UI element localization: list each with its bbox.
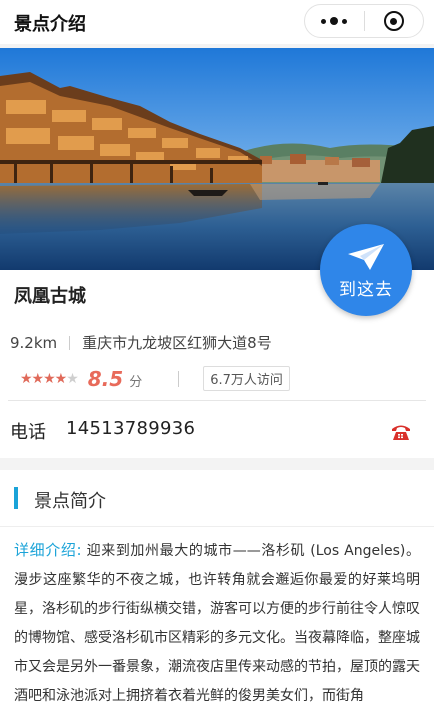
divider [69,335,71,350]
phone-label: 电话 [10,422,46,443]
phone-number[interactable]: 14513789936 [66,418,195,439]
more-dots-icon [321,18,327,24]
score: 8.5 [87,366,124,391]
intro-highlight: 详细介绍: [14,541,82,559]
section-title: 景点简介 [34,491,106,512]
telephone-icon [392,425,410,440]
divider [178,370,180,387]
intro-section: 景点简介 详细介绍: 迎来到加州最大的城市——洛杉矶 (Los Angeles)… [0,470,434,707]
intro-body: 迎来到加州最大的城市——洛杉矶 (Los Angeles)。漫步这座繁华的不夜之… [14,543,421,704]
navigate-button[interactable]: 到这去 [320,224,412,316]
more-button[interactable] [305,5,364,37]
section-divider [0,526,434,527]
section-accent-bar [14,487,18,509]
menu-capsule [304,4,424,38]
address-row: 9.2km 重庆市九龙坡区红狮大道8号 [10,332,272,353]
close-button[interactable] [365,5,424,37]
star-rating: ★★★★★ [20,370,79,387]
rating-row: ★★★★★ 8.5 分 6.7万人访问 [20,366,290,391]
spot-name: 凤凰古城 [14,286,86,307]
address: 重庆市九龙坡区红狮大道8号 [82,334,272,352]
paper-plane-icon [348,244,384,270]
visit-count-badge: 6.7万人访问 [203,366,290,391]
intro-text: 详细介绍: 迎来到加州最大的城市——洛杉矶 (Los Angeles)。漫步这座… [14,536,420,707]
page-title: 景点介绍 [14,14,86,35]
call-button[interactable] [390,422,412,446]
distance: 9.2km [10,333,58,352]
star-icon: ★ [66,370,79,387]
section-divider [8,400,426,401]
star-icon: ★★★★ [20,370,67,387]
navigate-button-label: 到这去 [339,280,393,300]
score-unit: 分 [129,375,143,390]
nav-bar: 景点介绍 [0,0,434,44]
close-target-icon [383,11,404,31]
